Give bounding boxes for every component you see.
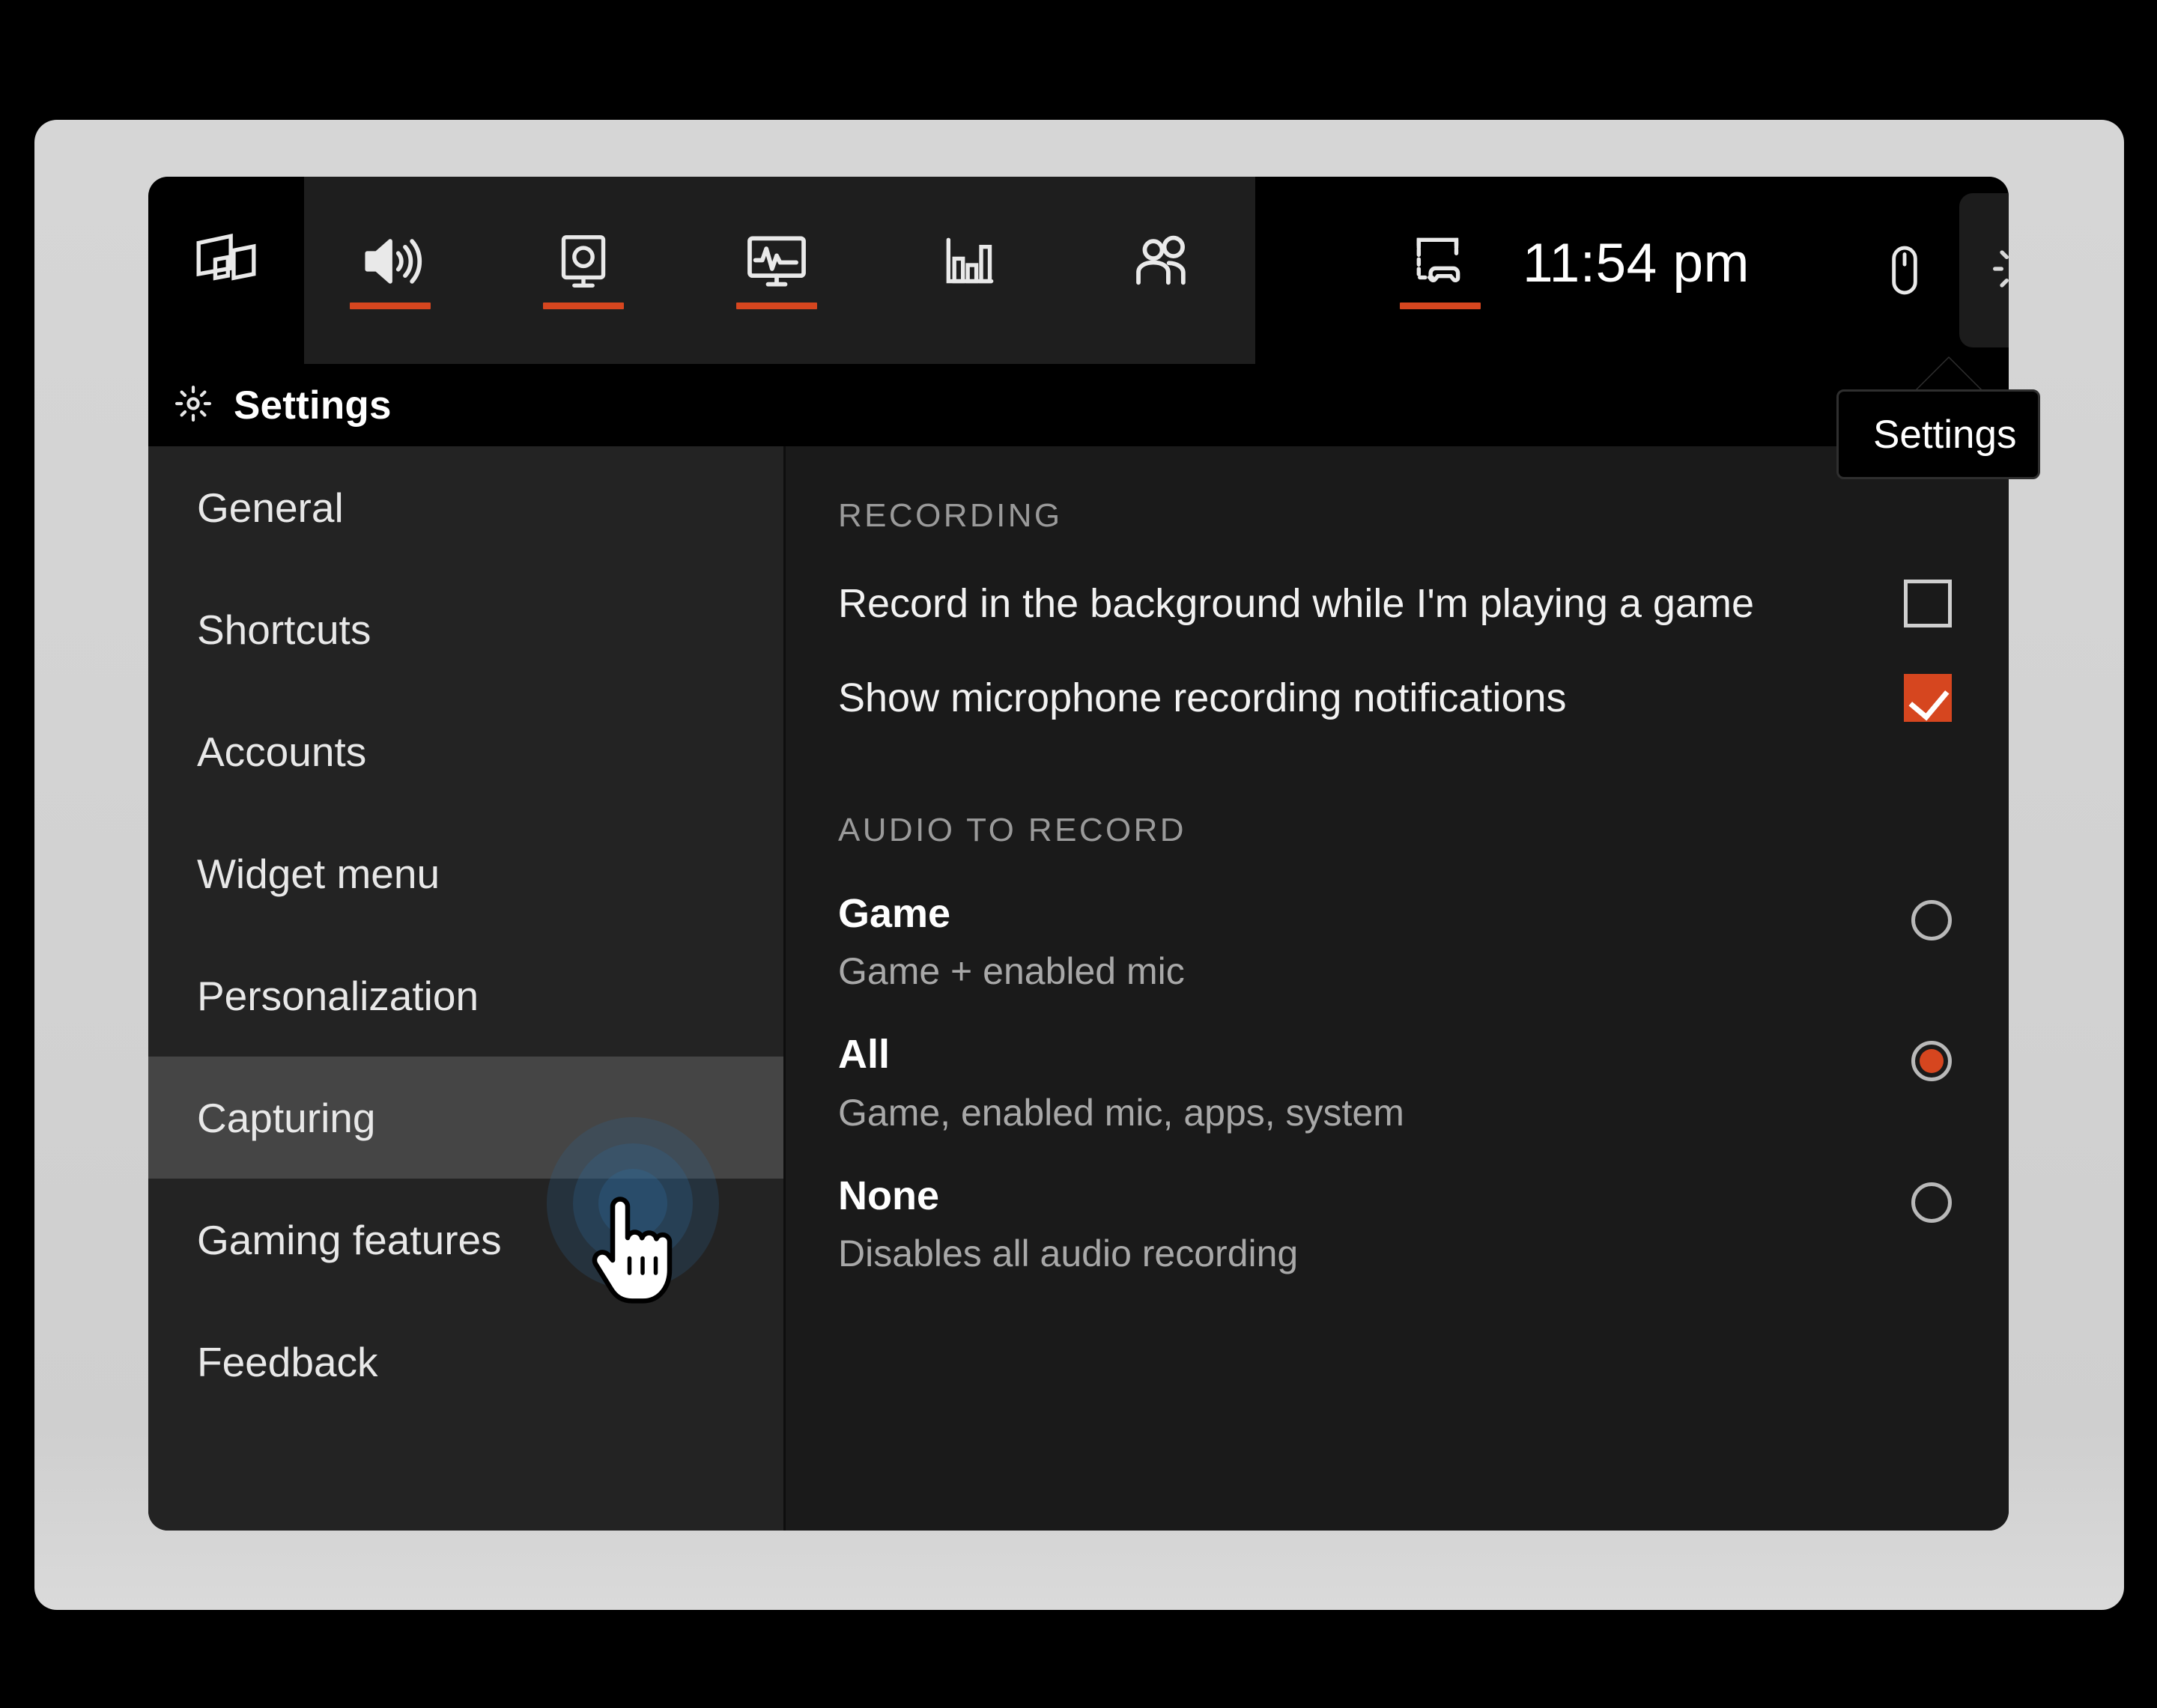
settings-button[interactable] <box>1959 193 2009 347</box>
audio-option-subtitle: Game + enabled mic <box>838 949 1185 993</box>
audio-option-title: Game <box>838 891 1185 936</box>
toolbar-item-performance[interactable] <box>728 177 825 364</box>
sidebar-item-widget-menu[interactable]: Widget menu <box>148 812 783 934</box>
toolbar-item-audio[interactable] <box>342 177 439 364</box>
section-title-recording: RECORDING <box>838 446 1952 535</box>
tooltip-arrow <box>1914 358 1983 392</box>
toolbar-item-resources[interactable] <box>921 177 1019 364</box>
sidebar-item-gaming-features[interactable]: Gaming features <box>148 1179 783 1301</box>
sidebar-item-personalization[interactable]: Personalization <box>148 934 783 1057</box>
sidebar-item-capturing[interactable]: Capturing <box>148 1057 783 1179</box>
screen: 11:54 pm <box>0 0 2157 1708</box>
audio-option-subtitle: Disables all audio recording <box>838 1232 1298 1275</box>
top-toolbar: 11:54 pm <box>148 177 2009 364</box>
gear-icon <box>172 383 214 428</box>
toolbar-item-widget-menu[interactable] <box>178 177 275 364</box>
audio-option-subtitle: Game, enabled mic, apps, system <box>838 1091 1404 1134</box>
sidebar-item-feedback[interactable]: Feedback <box>148 1301 783 1423</box>
sidebar-item-label: General <box>197 484 344 532</box>
widget-menu-icon <box>192 227 261 296</box>
settings-tooltip: Settings <box>1836 389 2040 479</box>
settings-sidebar: General Shortcuts Accounts Widget menu P… <box>148 446 783 1531</box>
capture-icon <box>549 227 618 296</box>
toolbar-item-capture[interactable] <box>535 177 632 364</box>
settings-content: RECORDING Record in the background while… <box>786 446 2009 1531</box>
audio-icon <box>356 227 425 296</box>
audio-option-all-radio[interactable] <box>1911 1041 1952 1081</box>
performance-icon <box>742 227 811 296</box>
resources-icon <box>935 227 1004 296</box>
audio-option-game[interactable]: Game Game + enabled mic <box>838 891 1952 993</box>
audio-option-title: All <box>838 1032 1404 1077</box>
record-background-checkbox[interactable] <box>1904 580 1952 627</box>
sidebar-item-label: Capturing <box>197 1094 375 1142</box>
gear-icon <box>1988 239 2009 303</box>
clock: 11:54 pm <box>1523 177 1750 356</box>
settings-body: General Shortcuts Accounts Widget menu P… <box>148 446 2009 1531</box>
sidebar-item-general[interactable]: General <box>148 446 783 568</box>
audio-option-title: None <box>838 1173 1298 1218</box>
setting-row-record-background[interactable]: Record in the background while I'm playi… <box>838 580 1952 627</box>
toolbar-item-gallery[interactable] <box>1392 177 1489 364</box>
game-bar-widget: 11:54 pm <box>148 177 2009 1531</box>
mic-notifications-checkbox[interactable] <box>1904 674 1952 722</box>
sidebar-item-label: Feedback <box>197 1338 378 1386</box>
settings-header: Settings <box>148 364 2009 446</box>
sidebar-item-shortcuts[interactable]: Shortcuts <box>148 568 783 690</box>
sidebar-item-accounts[interactable]: Accounts <box>148 690 783 812</box>
toolbar-item-xbox-social[interactable] <box>1114 177 1212 364</box>
sidebar-item-label: Accounts <box>197 728 366 776</box>
xbox-social-icon <box>1129 227 1198 296</box>
toolbar-active-indicator-audio <box>350 303 431 309</box>
gallery-icon <box>1406 227 1475 296</box>
sidebar-item-label: Widget menu <box>197 850 440 898</box>
section-title-audio-to-record: AUDIO TO RECORD <box>838 722 1952 849</box>
settings-title: Settings <box>234 383 392 428</box>
sidebar-item-label: Shortcuts <box>197 606 371 654</box>
audio-option-game-radio[interactable] <box>1911 900 1952 940</box>
sidebar-item-label: Gaming features <box>197 1216 502 1264</box>
audio-option-none[interactable]: None Disables all audio recording <box>838 1173 1952 1275</box>
toolbar-active-indicator-performance <box>736 303 817 309</box>
sidebar-item-label: Personalization <box>197 972 479 1020</box>
audio-option-all[interactable]: All Game, enabled mic, apps, system <box>838 1032 1952 1134</box>
setting-label: Record in the background while I'm playi… <box>838 580 1754 627</box>
setting-row-mic-notifications[interactable]: Show microphone recording notifications <box>838 674 1952 722</box>
setting-label: Show microphone recording notifications <box>838 675 1567 721</box>
toolbar-active-indicator-capture <box>543 303 624 309</box>
mouse-icon[interactable] <box>1860 177 1950 364</box>
audio-option-none-radio[interactable] <box>1911 1182 1952 1223</box>
toolbar-active-indicator-gallery <box>1400 303 1481 309</box>
tooltip-text: Settings <box>1873 412 2017 458</box>
